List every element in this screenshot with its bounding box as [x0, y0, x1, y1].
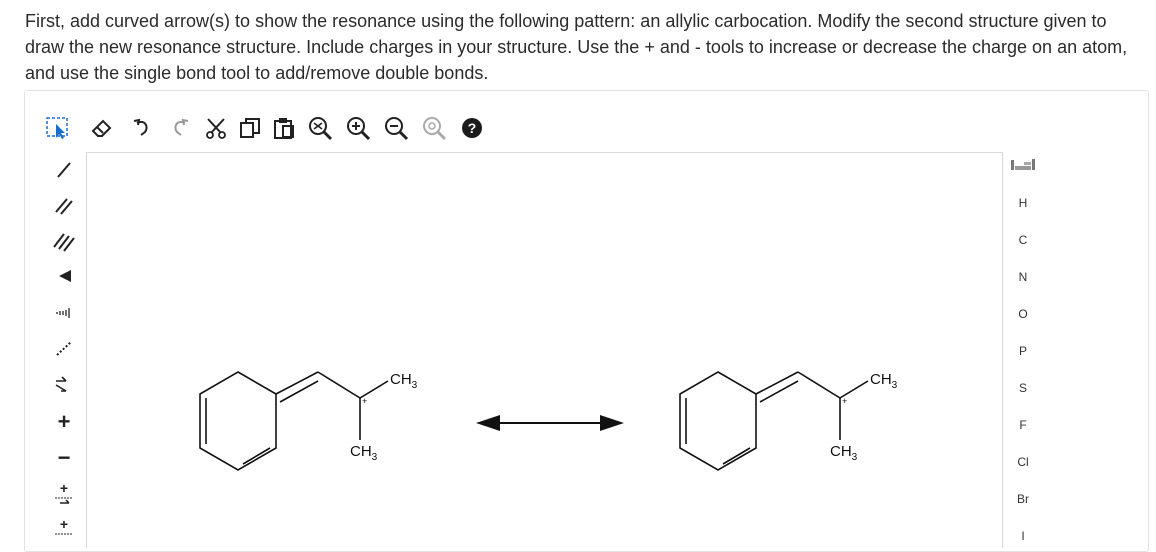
element-f[interactable]: F — [1003, 418, 1043, 432]
element-c[interactable]: C — [1003, 233, 1043, 247]
ch3-bottom-2: CH3 — [830, 443, 858, 463]
element-panel: H C N O P S F Cl Br I — [1003, 152, 1043, 547]
allyl-chain-1 — [275, 371, 389, 440]
element-br[interactable]: Br — [1003, 492, 1043, 506]
element-cl[interactable]: Cl — [1003, 455, 1043, 469]
element-n[interactable]: N — [1003, 270, 1043, 284]
benzene-ring-2 — [679, 371, 757, 471]
resonance-structures: + CH3 CH3 + CH3 CH3 — [199, 371, 898, 471]
charge-2: + — [842, 396, 847, 406]
allyl-chain-2 — [755, 371, 869, 440]
benzene-ring-1 — [199, 371, 277, 471]
element-o[interactable]: O — [1003, 307, 1043, 321]
element-s[interactable]: S — [1003, 381, 1043, 395]
element-p[interactable]: P — [1003, 344, 1043, 358]
periodic-table-icon[interactable] — [1003, 158, 1043, 175]
charge-1: + — [362, 396, 367, 406]
element-h[interactable]: H — [1003, 196, 1043, 210]
ch3-top-2: CH3 — [870, 371, 898, 391]
resonance-arrow — [476, 415, 624, 431]
ch3-bottom-1: CH3 — [350, 443, 378, 463]
ch3-top-1: CH3 — [390, 371, 418, 391]
